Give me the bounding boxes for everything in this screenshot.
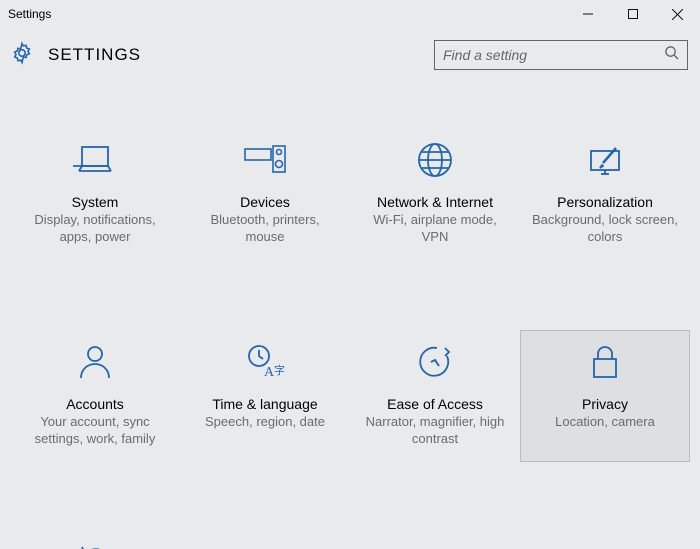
time-language-icon: A 字 [186, 338, 344, 386]
header-left: SETTINGS [10, 41, 141, 70]
tile-title: Network & Internet [356, 194, 514, 210]
tile-subtitle: Display, notifications, apps, power [16, 212, 174, 246]
tile-time-language[interactable]: A 字 Time & language Speech, region, date [180, 330, 350, 462]
tile-title: Time & language [186, 396, 344, 412]
tile-ease-of-access[interactable]: Ease of Access Narrator, magnifier, high… [350, 330, 520, 462]
window-title: Settings [8, 7, 51, 21]
page-title: SETTINGS [48, 45, 141, 65]
tile-network[interactable]: Network & Internet Wi-Fi, airplane mode,… [350, 128, 520, 260]
personalization-icon [526, 136, 684, 184]
window-titlebar: Settings [0, 0, 700, 28]
globe-icon [356, 136, 514, 184]
tile-title: Personalization [526, 194, 684, 210]
tile-subtitle: Background, lock screen, colors [526, 212, 684, 246]
gear-icon [10, 41, 34, 70]
window-controls [565, 0, 700, 28]
person-icon [16, 338, 174, 386]
search-icon [664, 45, 679, 65]
tile-title: System [16, 194, 174, 210]
laptop-icon [16, 136, 174, 184]
tile-privacy[interactable]: Privacy Location, camera [520, 330, 690, 462]
tile-title: Ease of Access [356, 396, 514, 412]
lock-icon [526, 338, 684, 386]
minimize-button[interactable] [565, 0, 610, 28]
tile-system[interactable]: System Display, notifications, apps, pow… [10, 128, 180, 260]
tile-subtitle: Narrator, magnifier, high contrast [356, 414, 514, 448]
tile-accounts[interactable]: Accounts Your account, sync settings, wo… [10, 330, 180, 462]
tile-title: Privacy [526, 396, 684, 412]
ease-of-access-icon [356, 338, 514, 386]
tile-subtitle: Wi-Fi, airplane mode, VPN [356, 212, 514, 246]
tile-subtitle: Your account, sync settings, work, famil… [16, 414, 174, 448]
tile-personalization[interactable]: Personalization Background, lock screen,… [520, 128, 690, 260]
devices-icon [186, 136, 344, 184]
tile-update-security[interactable]: Update & security [10, 532, 180, 549]
close-button[interactable] [655, 0, 700, 28]
tile-subtitle: Bluetooth, printers, mouse [186, 212, 344, 246]
settings-grid: System Display, notifications, apps, pow… [0, 82, 700, 549]
header: SETTINGS [0, 28, 700, 82]
tile-subtitle: Speech, region, date [186, 414, 344, 431]
tile-subtitle: Location, camera [526, 414, 684, 431]
search-input[interactable] [443, 47, 664, 63]
maximize-button[interactable] [610, 0, 655, 28]
tile-title: Accounts [16, 396, 174, 412]
svg-text:字: 字 [274, 363, 285, 377]
tile-devices[interactable]: Devices Bluetooth, printers, mouse [180, 128, 350, 260]
update-icon [16, 540, 174, 549]
tile-title: Devices [186, 194, 344, 210]
search-box[interactable] [434, 40, 688, 70]
